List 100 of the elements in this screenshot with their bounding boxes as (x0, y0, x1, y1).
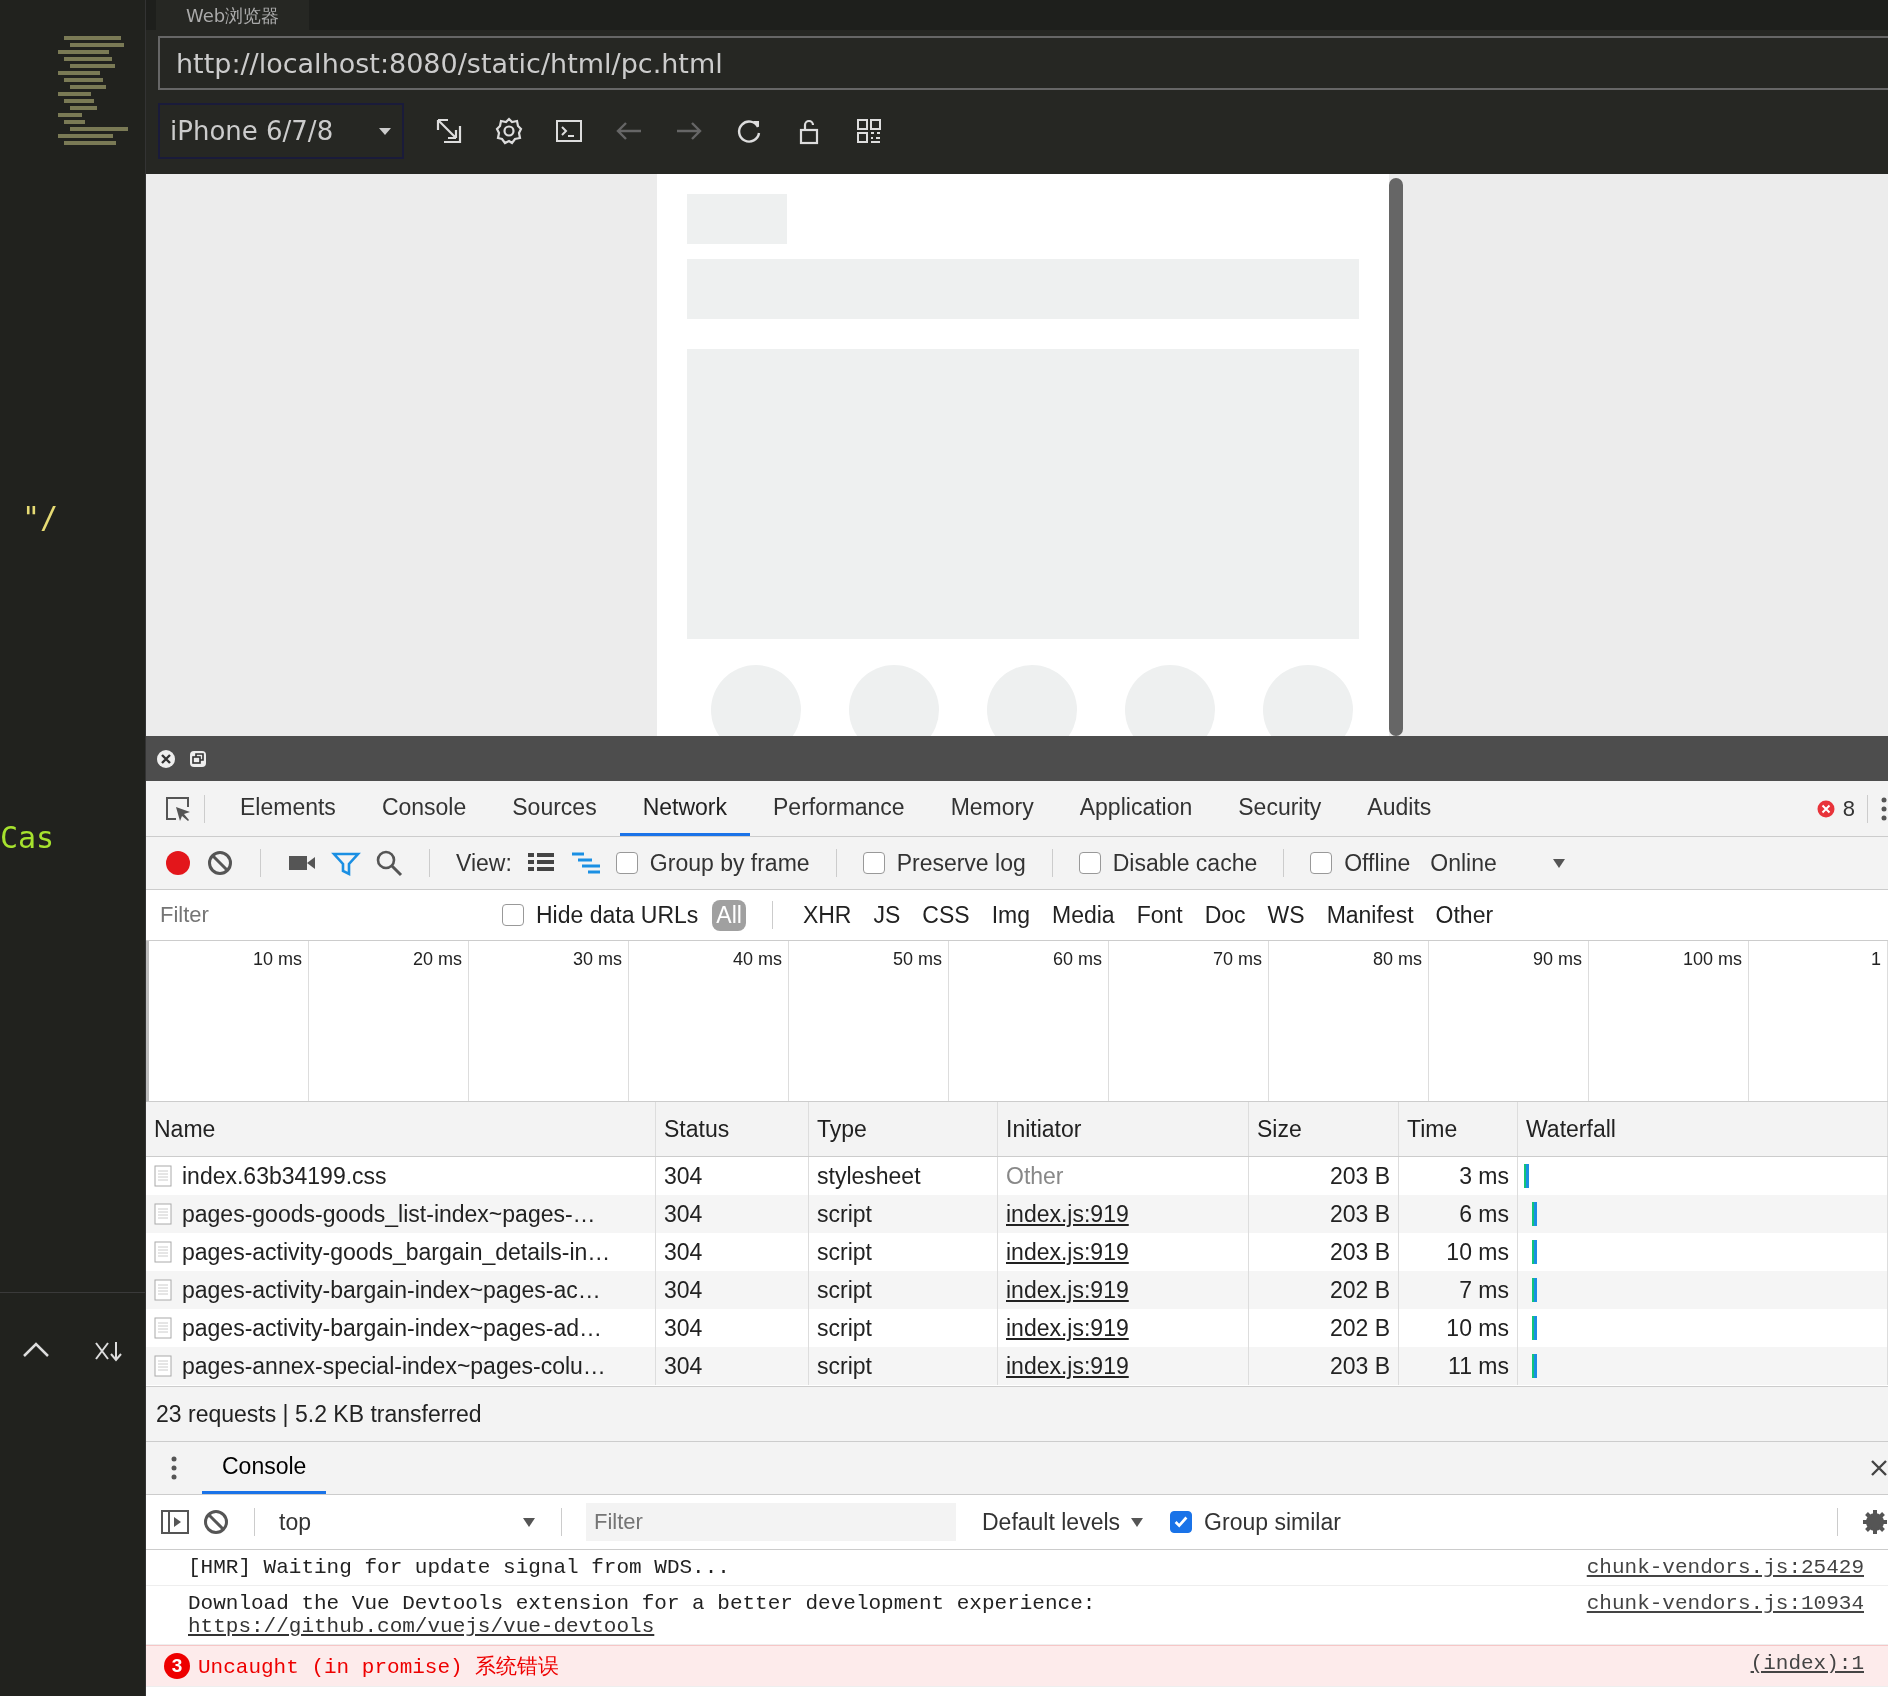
devtools-tab[interactable]: Application (1056, 781, 1216, 836)
source-link[interactable]: chunk-vendors.js:25429 (1586, 1556, 1864, 1579)
table-cell: 6 ms (1459, 1200, 1509, 1228)
device-select[interactable]: iPhone 6/7/8 (158, 103, 404, 159)
devtools-tab[interactable]: Sources (489, 781, 620, 836)
record-icon[interactable] (164, 849, 192, 877)
caret-icon[interactable] (1550, 856, 1567, 870)
devtools-tab[interactable]: Memory (927, 781, 1057, 836)
type-filter[interactable]: WS (1263, 899, 1309, 931)
initiator-link[interactable]: index.js:919 (1006, 1238, 1129, 1266)
table-cell[interactable]: pages-annex-special-index~pages-colu… (182, 1352, 606, 1380)
close-down-arrow-icon[interactable] (93, 1339, 124, 1363)
type-filter[interactable]: Font (1132, 899, 1187, 931)
clear-icon[interactable] (202, 1508, 230, 1536)
more-menu-icon[interactable] (170, 1455, 178, 1481)
resize-icon[interactable] (434, 116, 464, 146)
address-field[interactable]: http://localhost:8080/static/html/pc.html (158, 36, 1888, 90)
checkbox[interactable] (1078, 852, 1101, 874)
console-link[interactable]: https://github.com/vuejs/vue-devtools (188, 1615, 1096, 1638)
type-filter[interactable]: JS (869, 899, 905, 931)
more-menu-icon[interactable] (1880, 795, 1888, 822)
column-header[interactable]: Time (1399, 1102, 1518, 1156)
tick-label: 1 (1871, 949, 1881, 969)
caret-icon[interactable] (378, 126, 392, 136)
checkbox[interactable] (862, 852, 885, 874)
qr-code-icon[interactable] (854, 116, 884, 146)
type-filter[interactable]: Other (1431, 899, 1498, 931)
type-filter[interactable]: XHR (798, 899, 856, 931)
checkbox-label: Preserve log (896, 849, 1026, 877)
source-link[interactable]: (index):1 (1750, 1652, 1864, 1675)
table-cell[interactable]: index.63b34199.css (182, 1162, 387, 1190)
column-header[interactable]: Initiator (998, 1102, 1249, 1156)
caret-icon[interactable] (521, 1515, 537, 1529)
checkbox[interactable] (502, 904, 524, 926)
initiator-link[interactable]: index.js:919 (1006, 1200, 1129, 1228)
document-icon (154, 1241, 172, 1263)
error-icon (1816, 799, 1835, 818)
table-cell: 304 (664, 1200, 703, 1228)
levels-dropdown[interactable]: Default levels (982, 1508, 1145, 1536)
table-cell: 203 B (1329, 1238, 1390, 1266)
waterfall-bar (1532, 1240, 1537, 1264)
close-icon[interactable] (1870, 1459, 1888, 1477)
settings-icon[interactable] (1862, 1509, 1888, 1535)
checkbox[interactable] (1170, 1511, 1193, 1533)
throttling-select[interactable]: Online (1430, 849, 1497, 877)
inspect-icon[interactable] (164, 794, 192, 823)
table-cell: 203 B (1329, 1162, 1390, 1190)
document-icon (154, 1355, 172, 1377)
undock-icon[interactable] (188, 748, 208, 769)
table-cell[interactable]: pages-activity-bargain-index~pages-ad… (182, 1314, 602, 1342)
column-header[interactable]: Waterfall (1518, 1102, 1888, 1156)
type-filter[interactable]: Manifest (1322, 899, 1418, 931)
devtools-tab[interactable]: Audits (1344, 781, 1455, 836)
devtools-tab[interactable]: Security (1215, 781, 1345, 836)
waterfall-view-icon[interactable] (569, 850, 602, 876)
devtools-tab[interactable]: Performance (750, 781, 928, 836)
type-filter[interactable]: CSS (918, 899, 974, 931)
initiator-link[interactable]: index.js:919 (1006, 1314, 1129, 1342)
checkbox-label: Group by frame (649, 849, 810, 877)
type-filter[interactable]: Media (1047, 899, 1119, 931)
waterfall-bar (1532, 1202, 1537, 1226)
initiator-link[interactable]: index.js:919 (1006, 1352, 1129, 1380)
caret-icon[interactable] (1130, 1516, 1145, 1528)
checkbox-label: Offline (1344, 849, 1411, 877)
clear-icon[interactable] (206, 849, 234, 877)
table-cell[interactable]: pages-goods-goods_list-index~pages-… (182, 1200, 596, 1228)
devtools-tab[interactable]: Elements (217, 781, 359, 836)
tick-label: 70 ms (1212, 949, 1262, 969)
type-filter[interactable]: Doc (1200, 899, 1250, 931)
error-count[interactable]: 8 (1842, 795, 1855, 822)
tick-label: 80 ms (1372, 949, 1422, 969)
table-cell: stylesheet (817, 1162, 921, 1190)
document-icon (154, 1203, 172, 1225)
context-select[interactable]: top (279, 1508, 509, 1536)
filter-field[interactable]: Filter (586, 1503, 956, 1541)
checkbox[interactable] (1310, 852, 1333, 874)
close-icon[interactable] (156, 748, 176, 769)
column-header[interactable]: Size (1249, 1102, 1399, 1156)
table-cell[interactable]: pages-activity-bargain-index~pages-ac… (182, 1276, 601, 1304)
waterfall-bar (1532, 1278, 1537, 1302)
table-cell: 304 (664, 1276, 703, 1304)
table-cell: Other (1006, 1162, 1064, 1190)
scrollbar[interactable] (1389, 178, 1403, 736)
column-header[interactable]: Name (146, 1102, 656, 1156)
type-filter[interactable]: Img (987, 899, 1034, 931)
sidebar-toggle-icon[interactable] (160, 1509, 190, 1535)
browser-tab[interactable]: Web浏览器 (156, 0, 310, 30)
table-cell[interactable]: pages-activity-goods_bargain_details-in… (182, 1238, 611, 1266)
source-link[interactable]: chunk-vendors.js:10934 (1586, 1592, 1864, 1615)
table-cell: script (817, 1200, 872, 1228)
devtools-tab[interactable]: Console (358, 781, 490, 836)
table-cell: 203 B (1329, 1352, 1390, 1380)
column-header[interactable]: Status (656, 1102, 809, 1156)
column-header[interactable]: Type (809, 1102, 998, 1156)
table-cell: 11 ms (1448, 1352, 1509, 1380)
console-message: Uncaught (in promise) 系统错误 (198, 1654, 560, 1680)
search-icon[interactable] (375, 849, 403, 877)
checkbox[interactable] (615, 852, 638, 874)
initiator-link[interactable]: index.js:919 (1006, 1276, 1129, 1304)
table-cell: 202 B (1329, 1314, 1390, 1342)
